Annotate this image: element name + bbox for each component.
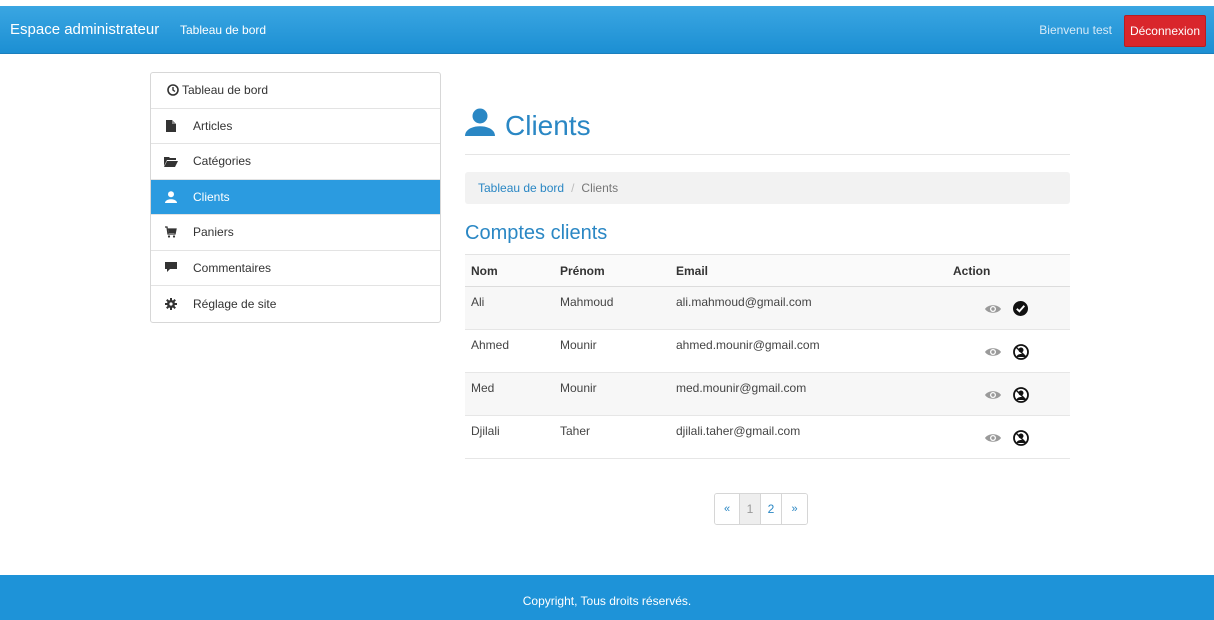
sidebar-item-label: Clients [193, 189, 230, 204]
breadcrumb-link-dashboard[interactable]: Tableau de bord [478, 181, 564, 195]
sidebar-item-clients[interactable]: Clients [151, 179, 440, 215]
user-ban-icon[interactable] [1013, 344, 1029, 360]
footer: Copyright, Tous droits réservés. [0, 575, 1214, 620]
dashboard-icon [166, 83, 180, 97]
cell-prenom: Mounir [554, 329, 670, 373]
user-ban-icon[interactable] [1013, 387, 1029, 403]
comment-icon [164, 261, 178, 275]
column-header-action: Action [947, 254, 1070, 287]
user-icon [465, 108, 495, 143]
cell-nom: Djilali [465, 415, 554, 459]
cell-email: med.mounir@gmail.com [670, 372, 947, 416]
pagination-prev[interactable]: « [715, 494, 740, 524]
column-header-prenom: Prénom [554, 254, 670, 287]
cart-icon [164, 225, 178, 239]
cell-action [947, 415, 1070, 459]
cell-action [947, 329, 1070, 373]
top-navbar: Espace administrateur Tableau de bord Bi… [0, 6, 1214, 54]
sidebar-item-articles[interactable]: Articles [151, 109, 440, 144]
welcome-text: Bienvenu test [1039, 23, 1112, 37]
user-ban-icon[interactable] [1013, 430, 1029, 446]
sidebar-item-reglage[interactable]: Réglage de site [151, 286, 440, 322]
cell-nom: Ahmed [465, 329, 554, 373]
column-header-email: Email [670, 254, 947, 287]
sidebar-item-dashboard[interactable]: Tableau de bord [151, 73, 440, 109]
sidebar-item-label: Paniers [193, 225, 234, 240]
cell-prenom: Mahmoud [554, 286, 670, 330]
table-row: Med Mounir med.mounir@gmail.com [465, 372, 1070, 416]
pagination: « 1 2 » [714, 493, 808, 525]
table-row: Ahmed Mounir ahmed.mounir@gmail.com [465, 329, 1070, 373]
table-row: Ali Mahmoud ali.mahmoud@gmail.com [465, 286, 1070, 330]
cell-nom: Med [465, 372, 554, 416]
cell-action [947, 372, 1070, 416]
eye-icon[interactable] [985, 304, 1001, 314]
nav-link-dashboard[interactable]: Tableau de bord [180, 23, 266, 37]
footer-text: Copyright, Tous droits réservés. [522, 594, 692, 608]
sidebar-item-label: Tableau de bord [182, 83, 269, 98]
table-row: Djilali Taher djilali.taher@gmail.com [465, 415, 1070, 459]
brand[interactable]: Espace administrateur [10, 21, 159, 38]
section-title: Comptes clients [465, 222, 608, 244]
breadcrumb-current: Clients [581, 181, 619, 195]
sidebar-item-commentaires[interactable]: Commentaires [151, 251, 440, 286]
sidebar-item-categories[interactable]: Catégories [151, 144, 440, 180]
divider [465, 154, 1070, 155]
cell-email: djilali.taher@gmail.com [670, 415, 947, 459]
cell-email: ali.mahmoud@gmail.com [670, 286, 947, 330]
breadcrumb-separator: / [571, 181, 575, 195]
sidebar-item-label: Commentaires [193, 260, 272, 275]
column-header-nom: Nom [465, 254, 554, 287]
cell-prenom: Mounir [554, 372, 670, 416]
table-header-row: Nom Prénom Email Action [465, 254, 1070, 287]
eye-icon[interactable] [985, 390, 1001, 400]
user-icon [164, 190, 178, 204]
pagination-page-2[interactable]: 2 [761, 494, 782, 524]
eye-icon[interactable] [985, 347, 1001, 357]
cell-nom: Ali [465, 286, 554, 330]
page-title-text: Clients [505, 109, 591, 141]
breadcrumb: Tableau de bord / Clients [465, 172, 1070, 204]
sidebar-item-paniers[interactable]: Paniers [151, 215, 440, 251]
sidebar-item-label: Articles [193, 118, 233, 133]
check-circle-icon[interactable] [1013, 301, 1028, 316]
page-title: Clients [465, 108, 591, 143]
cog-icon [164, 297, 178, 311]
clients-table: Nom Prénom Email Action Ali Mahmoud ali.… [465, 254, 1070, 459]
sidebar: Tableau de bord Articles Catégories Clie… [150, 72, 441, 323]
cell-prenom: Taher [554, 415, 670, 459]
folder-open-icon [164, 154, 178, 168]
logout-button[interactable]: Déconnexion [1124, 15, 1206, 47]
sidebar-item-label: Catégories [193, 154, 252, 169]
cell-email: ahmed.mounir@gmail.com [670, 329, 947, 373]
pagination-page-1[interactable]: 1 [740, 494, 761, 524]
file-icon [164, 119, 178, 133]
sidebar-item-label: Réglage de site [193, 296, 277, 311]
eye-icon[interactable] [985, 433, 1001, 443]
cell-action [947, 286, 1070, 330]
pagination-next[interactable]: » [782, 494, 807, 524]
